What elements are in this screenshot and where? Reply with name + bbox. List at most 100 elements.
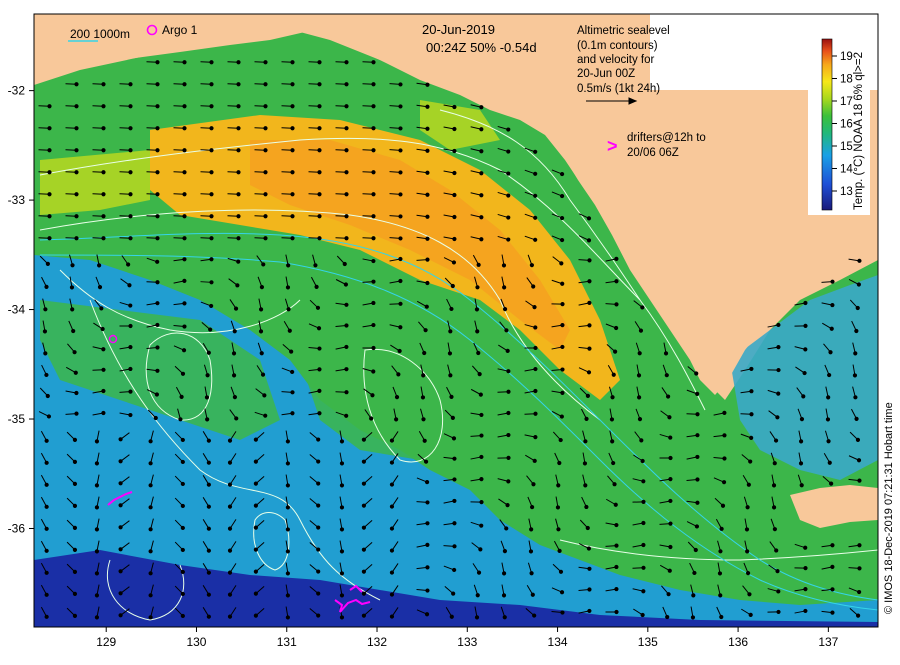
velocity-arrow-head [452,261,455,264]
velocity-arrow-head [502,572,505,575]
velocity-arrow-head [588,324,591,327]
velocity-arrow-head [206,374,209,377]
velocity-arrow-head [615,523,618,526]
velocity-arrow-head [183,215,186,218]
velocity-arrow-head [206,418,209,421]
velocity-arrow-head [286,440,289,443]
velocity-arrow-head [149,550,152,553]
velocity-arrow-head [479,548,482,551]
velocity-arrow-head [453,127,456,130]
colorbar-tick-label: 13 [840,186,853,198]
velocity-arrow-head [43,330,46,333]
lon-tick-label: 132 [367,635,387,649]
velocity-arrow-head [345,414,348,417]
velocity-arrow-head [317,570,320,573]
velocity-arrow-head [507,390,510,393]
velocity-arrow-head [318,347,321,350]
velocity-arrow-head [207,527,210,530]
velocity-arrow-head [210,258,213,261]
velocity-arrow-head [73,570,76,573]
velocity-arrow-head [371,394,374,397]
velocity-arrow-head [207,593,210,596]
velocity-arrow-head [453,193,456,196]
velocity-arrow-head [669,456,672,459]
velocity-arrow-head [506,503,509,506]
velocity-arrow-head [453,215,456,218]
velocity-arrow-head [129,83,132,86]
velocity-arrow-head [426,566,429,569]
velocity-arrow-head [777,323,780,326]
velocity-arrow-head [425,480,428,483]
velocity-arrow-head [98,264,101,267]
velocity-arrow-head [450,615,453,618]
velocity-arrow-head [452,592,455,595]
info-line-1: Altimetric sealevel [577,25,670,37]
velocity-arrow-head [776,570,779,573]
velocity-arrow-head [773,462,776,465]
velocity-arrow-head [228,483,231,486]
velocity-arrow-head [855,329,858,332]
velocity-arrow-head [345,83,348,86]
velocity-arrow-head [340,506,343,509]
velocity-arrow-head [181,614,184,617]
velocity-arrow-head [558,549,561,552]
velocity-arrow-head [856,306,859,309]
velocity-arrow-head [181,460,184,463]
velocity-arrow-head [291,149,294,152]
velocity-arrow-head [237,193,240,196]
velocity-arrow-head [502,264,505,267]
velocity-arrow-head [291,83,294,86]
velocity-arrow-head [228,461,231,464]
velocity-arrow-head [534,436,537,439]
velocity-arrow-head [128,284,131,287]
velocity-arrow-head [453,237,456,240]
velocity-arrow-head [453,478,456,481]
velocity-arrow-head [477,571,480,574]
velocity-arrow-head [129,345,132,348]
velocity-arrow-head [291,391,294,394]
velocity-arrow-head [264,171,267,174]
velocity-arrow-head [254,482,257,485]
velocity-arrow-head [480,434,483,437]
velocity-arrow-head [362,614,365,617]
velocity-arrow-head [149,528,152,531]
velocity-arrow-head [584,484,587,487]
velocity-arrow-head [129,105,132,108]
velocity-arrow-head [183,302,186,305]
velocity-arrow-head [180,395,183,398]
velocity-arrow-head [453,171,456,174]
velocity-arrow-head [588,588,591,591]
velocity-arrow-head [399,257,402,260]
velocity-arrow-head [642,543,645,546]
velocity-arrow-head [399,279,402,282]
velocity-arrow-head [45,285,48,288]
velocity-arrow-head [426,105,429,108]
velocity-arrow-head [507,433,510,436]
velocity-arrow-head [642,521,645,524]
velocity-arrow-head [237,149,240,152]
velocity-arrow-head [584,440,587,443]
velocity-arrow-head [804,301,807,304]
velocity-arrow-head [746,550,749,553]
lat-tick-label: -36 [8,521,26,535]
velocity-arrow-head [210,83,213,86]
velocity-arrow-head [398,349,401,352]
velocity-arrow-head [264,105,267,108]
velocity-arrow-head [669,522,672,525]
velocity-arrow-head [318,149,321,152]
velocity-arrow-head [317,482,320,485]
velocity-arrow-head [237,237,240,240]
velocity-arrow-head [561,368,564,371]
velocity-arrow-head [507,370,510,373]
lat-tick-label: -35 [8,412,26,426]
drifters-legend-line-2: 20/06 06Z [627,147,679,159]
velocity-arrow-head [696,501,699,504]
velocity-arrow-head [372,127,375,130]
velocity-arrow-head [205,396,208,399]
velocity-arrow-head [210,304,213,307]
velocity-arrow-head [857,459,860,462]
velocity-arrow-head [856,438,859,441]
velocity-arrow-head [73,504,76,507]
velocity-arrow-head [534,194,537,197]
lon-tick-label: 136 [728,635,748,649]
